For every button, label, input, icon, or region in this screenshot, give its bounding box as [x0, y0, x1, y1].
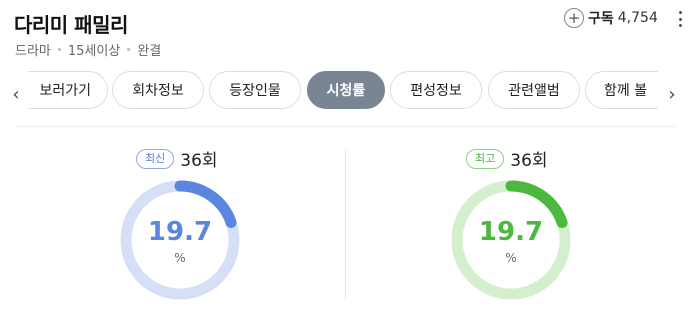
- program-title: 다리미 패밀리: [14, 13, 128, 37]
- highest-episode: 36회: [510, 151, 548, 171]
- highest-rating-header: 최고 36회: [466, 146, 548, 171]
- latest-rating-ring: 19.7 %: [118, 178, 242, 302]
- genre-text: 드라마: [15, 44, 51, 59]
- plus-icon: +: [564, 8, 584, 28]
- separator-dot: [57, 48, 61, 51]
- tab-albums[interactable]: 관련앨범: [488, 71, 580, 109]
- latest-rating-value: 19.7: [147, 217, 213, 247]
- tab-watch[interactable]: 보러가기: [28, 71, 108, 109]
- program-meta: 드라마 15세이상 완결: [15, 40, 161, 59]
- scroll-right-arrow-icon[interactable]: ›: [665, 84, 679, 105]
- highest-badge: 최고: [466, 148, 505, 169]
- age-rating-text: 15세이상: [67, 44, 121, 59]
- highest-rating-value: 19.7: [478, 217, 544, 247]
- latest-badge: 최신: [136, 148, 175, 169]
- tab-watch-together[interactable]: 함께 볼: [585, 71, 658, 109]
- scroll-left-arrow-icon[interactable]: ‹: [9, 84, 23, 105]
- latest-episode: 36회: [180, 151, 218, 171]
- highest-rating-unit: %: [505, 251, 517, 265]
- latest-rating-header: 최신 36회: [136, 146, 218, 171]
- tab-schedule[interactable]: 편성정보: [390, 71, 482, 109]
- tab-episodes[interactable]: 회차정보: [112, 71, 204, 109]
- subscribe-label: 구독: [588, 11, 614, 27]
- separator-dot: [127, 48, 131, 51]
- subscriber-count: 4,754: [617, 10, 658, 26]
- latest-rating-unit: %: [174, 251, 186, 265]
- section-divider: [15, 126, 675, 127]
- tab-list: 보러가기 회차정보 등장인물 시청률 편성정보 관련앨범 함께 볼: [28, 71, 658, 111]
- tab-cast[interactable]: 등장인물: [209, 71, 301, 109]
- tab-ratings[interactable]: 시청률: [307, 71, 385, 109]
- highest-rating-panel: 최고 36회 19.7 %: [449, 146, 689, 316]
- subscribe-button[interactable]: + 구독 4,754: [564, 8, 658, 28]
- highest-rating-ring: 19.7 %: [449, 178, 573, 302]
- tab-bar: ‹ 보러가기 회차정보 등장인물 시청률 편성정보 관련앨범 함께 볼 ›: [0, 70, 689, 118]
- more-options-icon[interactable]: [677, 9, 683, 29]
- status-text: 완결: [137, 44, 162, 59]
- latest-rating-panel: 최신 36회 19.7 %: [118, 146, 368, 316]
